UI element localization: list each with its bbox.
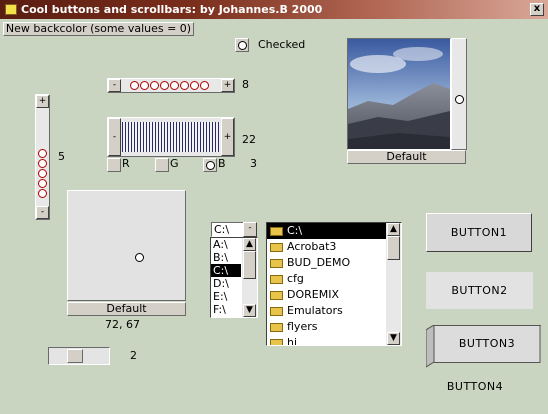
drive-list-scrollbar[interactable]: ▲ ▼ xyxy=(242,238,257,317)
button3-label: BUTTON3 xyxy=(458,337,516,350)
button2-label: BUTTON2 xyxy=(451,284,508,297)
striped-scroll-value: 22 xyxy=(242,133,256,146)
scroll-right-button[interactable]: + xyxy=(221,79,234,92)
button3[interactable]: BUTTON3 xyxy=(426,325,541,369)
dir-scroll-thumb[interactable] xyxy=(387,236,400,260)
folder-icon xyxy=(270,322,283,332)
dir-item[interactable]: flyers xyxy=(267,319,386,335)
drive-item[interactable]: A:\ xyxy=(211,238,241,251)
dir-item[interactable]: cfg xyxy=(267,271,386,287)
striped-scroll-track xyxy=(122,122,220,152)
image-vscrollbar[interactable] xyxy=(451,38,467,150)
b-option[interactable] xyxy=(203,158,217,172)
button2[interactable]: BUTTON2 xyxy=(426,272,533,309)
b-label: B xyxy=(218,157,226,170)
drive-item[interactable]: D:\ xyxy=(211,277,241,290)
folder-icon xyxy=(270,242,283,252)
folder-icon xyxy=(270,306,283,316)
dir-item-root[interactable]: C:\ xyxy=(267,223,386,239)
xy-pad[interactable] xyxy=(67,190,186,301)
button4[interactable]: BUTTON4 xyxy=(433,380,517,394)
rgb-value: 3 xyxy=(250,157,257,170)
button1[interactable]: BUTTON1 xyxy=(426,213,532,252)
pad-thumb[interactable] xyxy=(135,253,144,262)
drive-combo[interactable]: C:\ xyxy=(211,222,244,237)
scroll-dot-track xyxy=(130,81,209,90)
dir-item[interactable]: BUD_DEMO xyxy=(267,255,386,271)
scroll-down-button[interactable]: - xyxy=(36,206,49,219)
g-option[interactable] xyxy=(155,158,169,172)
checked-label: Checked xyxy=(258,38,306,51)
dir-item[interactable]: DOREMIX xyxy=(267,287,386,303)
button1-label: BUTTON1 xyxy=(450,226,508,239)
directory-list[interactable]: C:\ Acrobat3 BUD_DEMO cfg DOREMIX Emulat… xyxy=(266,222,402,346)
drive-scroll-up[interactable]: ▲ xyxy=(243,238,256,251)
image-default-button[interactable]: Default xyxy=(347,150,466,164)
drive-item[interactable]: E:\ xyxy=(211,290,241,303)
dir-scroll-down[interactable]: ▼ xyxy=(387,332,400,345)
drive-scroll-thumb[interactable] xyxy=(243,251,256,279)
small-slider-thumb[interactable] xyxy=(67,349,83,363)
small-hscroll-value: 8 xyxy=(242,78,249,91)
landscape-picture xyxy=(348,39,450,149)
r-label: R xyxy=(122,157,130,170)
dir-scroll-up[interactable]: ▲ xyxy=(387,223,400,236)
g-label: G xyxy=(170,157,179,170)
drive-list[interactable]: A:\ B:\ C:\ D:\ E:\ F:\ ▲ ▼ xyxy=(210,237,258,318)
folder-icon xyxy=(270,258,283,268)
dir-list-scrollbar[interactable]: ▲ ▼ xyxy=(386,223,401,345)
small-slider-value: 2 xyxy=(130,349,137,362)
scroll-up-button[interactable]: + xyxy=(36,95,49,108)
small-hscrollbar[interactable]: - + xyxy=(107,78,235,93)
drive-item[interactable]: B:\ xyxy=(211,251,241,264)
app-icon xyxy=(5,4,17,15)
pad-coords: 72, 67 xyxy=(105,318,140,331)
new-backcolor-button[interactable]: New backcolor (some values = 0) xyxy=(3,22,194,36)
striped-scroll-left-button[interactable]: - xyxy=(108,118,121,156)
striped-scroll-right-button[interactable]: + xyxy=(221,118,234,156)
striped-hscrollbar[interactable]: - + xyxy=(107,117,235,157)
dir-item[interactable]: Acrobat3 xyxy=(267,239,386,255)
drive-item[interactable]: F:\ xyxy=(211,303,241,316)
drive-combo-button[interactable]: - xyxy=(243,222,257,237)
dir-item[interactable]: Emulators xyxy=(267,303,386,319)
image-scroll-thumb[interactable] xyxy=(455,95,464,104)
scroll-left-button[interactable]: - xyxy=(108,79,121,92)
folder-icon xyxy=(270,338,283,345)
vscroll-dot-track xyxy=(38,149,47,198)
left-vscroll-value: 5 xyxy=(58,150,65,163)
title-bar: Cool buttons and scrollbars: by Johannes… xyxy=(0,0,548,19)
close-button[interactable]: x xyxy=(530,3,544,16)
r-option[interactable] xyxy=(107,158,121,172)
checked-checkbox[interactable] xyxy=(235,38,249,52)
open-folder-icon xyxy=(270,226,283,236)
drive-scroll-down[interactable]: ▼ xyxy=(243,304,256,317)
window-title: Cool buttons and scrollbars: by Johannes… xyxy=(21,3,323,16)
small-slider[interactable] xyxy=(48,347,110,365)
left-vscrollbar[interactable]: + - xyxy=(35,94,50,220)
drive-item-selected[interactable]: C:\ xyxy=(211,264,241,277)
folder-icon xyxy=(270,274,283,284)
folder-icon xyxy=(270,290,283,300)
dir-item[interactable]: hi xyxy=(267,335,386,345)
landscape-image xyxy=(347,38,451,150)
pad-default-button[interactable]: Default xyxy=(67,302,186,316)
